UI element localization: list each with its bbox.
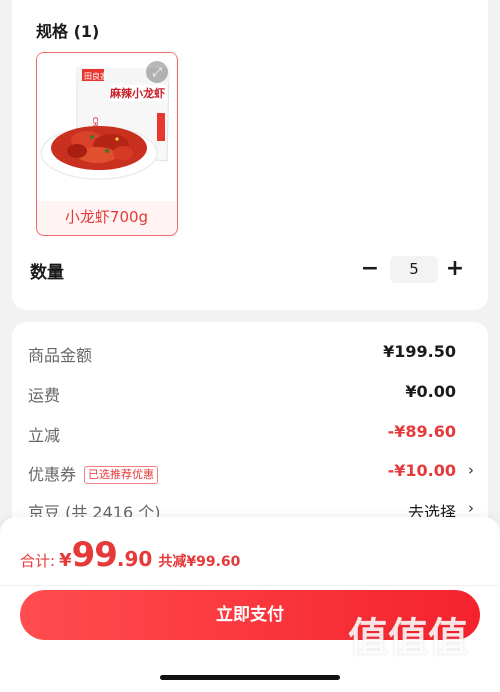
total-label: 合计: bbox=[20, 552, 56, 570]
row-label: 立减 bbox=[28, 426, 61, 445]
total-price: 合计: ¥ 99 .90 共减¥99.60 bbox=[20, 535, 240, 575]
row-goods-amount: 商品金额 ¥199.50 bbox=[28, 342, 472, 366]
row-label: 商品金额 bbox=[28, 346, 93, 365]
spec-card: 规格 (1) 田良家 麻辣小龙虾 CRAYFISH bbox=[12, 0, 488, 310]
chevron-right-icon: › bbox=[468, 461, 474, 479]
total-integer: 99 bbox=[71, 535, 118, 575]
product-image: 田良家 麻辣小龙虾 CRAYFISH ⤢ bbox=[37, 53, 176, 201]
row-discount: 立减 -¥89.60 bbox=[28, 422, 472, 446]
row-coupon[interactable]: 优惠券 已选推荐优惠 -¥10.00 › bbox=[28, 461, 474, 485]
price-summary-card: 商品金额 ¥199.50 运费 ¥0.00 立减 -¥89.60 优惠券 已选推荐… bbox=[12, 322, 488, 542]
quantity-input[interactable]: 5 bbox=[390, 256, 438, 283]
total-currency: ¥ bbox=[59, 550, 72, 571]
chevron-right-icon: › bbox=[468, 499, 474, 517]
watermark-domain: zhizhizhi.com bbox=[350, 655, 500, 679]
spec-option-crayfish[interactable]: 田良家 麻辣小龙虾 CRAYFISH ⤢ 小龙虾700g bbox=[36, 52, 178, 236]
coupon-tag: 已选推荐优惠 bbox=[84, 466, 159, 484]
zoom-icon[interactable]: ⤢ bbox=[146, 61, 168, 83]
row-shipping: 运费 ¥0.00 bbox=[28, 382, 472, 406]
watermark: 值值值 zhizhizhi.com bbox=[348, 605, 500, 690]
row-label: 运费 bbox=[28, 386, 61, 405]
row-label: 优惠券 已选推荐优惠 bbox=[28, 461, 159, 485]
home-indicator bbox=[160, 675, 340, 680]
row-value: ¥199.50 bbox=[383, 342, 456, 361]
row-value: -¥10.00 bbox=[387, 461, 456, 480]
spec-option-label: 小龙虾700g bbox=[64, 208, 149, 226]
spec-title: 规格 (1) bbox=[36, 22, 100, 41]
quantity-minus-button[interactable]: − bbox=[358, 256, 382, 282]
product-name-text: 麻辣小龙虾 bbox=[109, 86, 165, 100]
quantity-plus-button[interactable]: + bbox=[443, 256, 467, 282]
coupon-label: 优惠券 bbox=[28, 465, 77, 484]
total-decimal: .90 bbox=[116, 547, 153, 571]
row-value: -¥89.60 bbox=[387, 422, 456, 441]
total-saved: 共减¥99.60 bbox=[158, 554, 241, 570]
row-value: ¥0.00 bbox=[405, 382, 456, 401]
brand-text: 田良家 bbox=[84, 71, 108, 81]
quantity-label: 数量 bbox=[30, 263, 64, 283]
divider bbox=[0, 585, 500, 586]
